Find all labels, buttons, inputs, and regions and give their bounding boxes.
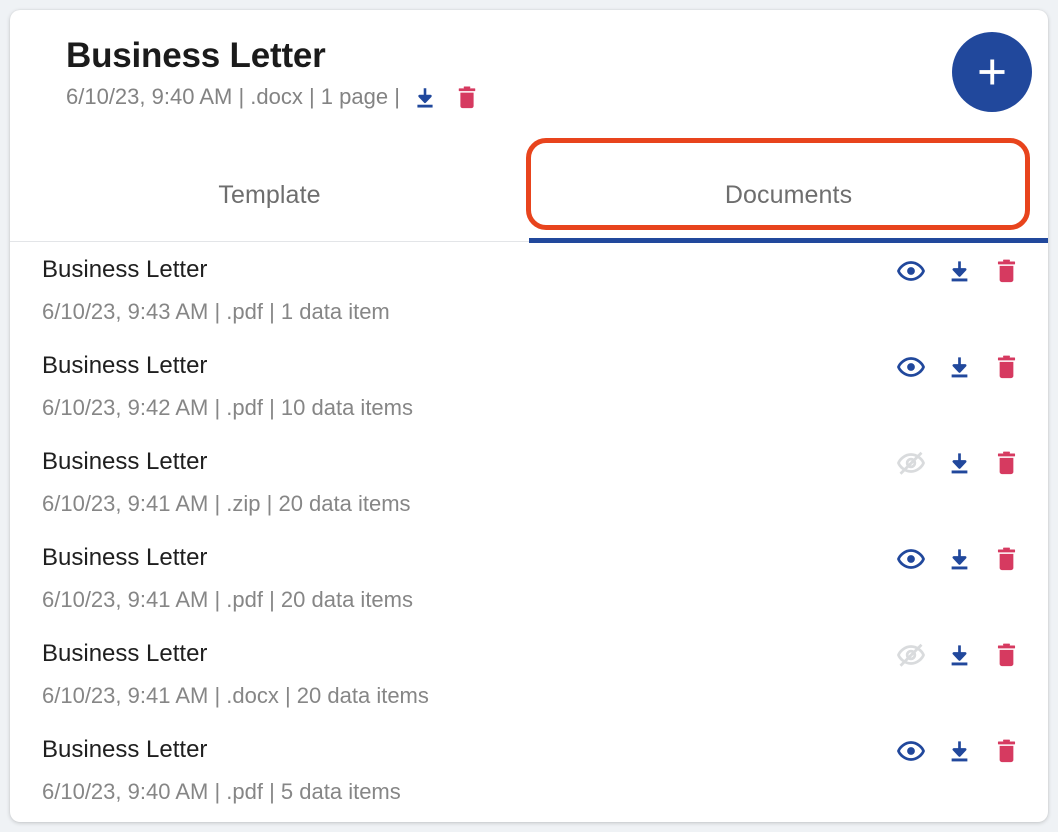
preview-button[interactable] <box>896 736 926 766</box>
list-item[interactable]: Business Letter 6/10/23, 9:41 AM | .docx… <box>10 626 1048 722</box>
tab-template[interactable]: Template <box>10 150 529 241</box>
trash-icon <box>997 547 1016 570</box>
download-button[interactable] <box>946 354 973 381</box>
delete-button[interactable] <box>993 258 1020 285</box>
list-item-actions <box>896 352 1020 382</box>
header-download-button[interactable] <box>412 85 438 111</box>
documents-list: Business Letter 6/10/23, 9:43 AM | .pdf … <box>10 242 1048 818</box>
download-button[interactable] <box>946 642 973 669</box>
delete-button[interactable] <box>993 450 1020 477</box>
document-detail-card: Business Letter 6/10/23, 9:40 AM | .docx… <box>10 10 1048 822</box>
list-item-meta: 6/10/23, 9:40 AM | .pdf | 5 data items <box>42 778 401 804</box>
list-item-title: Business Letter <box>42 256 208 283</box>
list-item[interactable]: Business Letter 6/10/23, 9:40 AM | .pdf … <box>10 722 1048 818</box>
tab-bar: Template Documents <box>10 150 1048 243</box>
list-item-actions <box>896 736 1020 766</box>
delete-button[interactable] <box>993 738 1020 765</box>
document-meta: 6/10/23, 9:40 AM | .docx | 1 page | <box>66 84 1018 110</box>
preview-button[interactable] <box>896 352 926 382</box>
download-icon <box>951 740 968 761</box>
eye-icon <box>897 261 925 281</box>
preview-button[interactable] <box>896 256 926 286</box>
trash-icon <box>997 355 1016 378</box>
download-icon <box>951 548 968 569</box>
list-item-meta: 6/10/23, 9:41 AM | .docx | 20 data items <box>42 682 429 708</box>
list-item-actions <box>896 448 1020 478</box>
delete-button[interactable] <box>993 354 1020 381</box>
list-item-meta: 6/10/23, 9:43 AM | .pdf | 1 data item <box>42 298 390 324</box>
header-actions <box>412 85 480 111</box>
list-item-actions <box>896 256 1020 286</box>
list-item[interactable]: Business Letter 6/10/23, 9:43 AM | .pdf … <box>10 242 1048 338</box>
list-item-meta: 6/10/23, 9:41 AM | .zip | 20 data items <box>42 490 411 516</box>
list-item-meta: 6/10/23, 9:41 AM | .pdf | 20 data items <box>42 586 413 612</box>
download-icon <box>951 356 968 377</box>
list-item[interactable]: Business Letter 6/10/23, 9:41 AM | .pdf … <box>10 530 1048 626</box>
list-item-title: Business Letter <box>42 352 208 379</box>
eye-icon <box>897 741 925 761</box>
eye-icon <box>897 549 925 569</box>
list-item-actions <box>896 544 1020 574</box>
list-item-title: Business Letter <box>42 640 208 667</box>
download-icon <box>951 260 968 281</box>
download-button[interactable] <box>946 546 973 573</box>
download-icon <box>417 88 433 108</box>
preview-button <box>896 640 926 670</box>
eye-off-icon <box>897 451 925 475</box>
eye-off-icon <box>897 643 925 667</box>
trash-icon <box>997 739 1016 762</box>
download-button[interactable] <box>946 450 973 477</box>
preview-button <box>896 448 926 478</box>
list-item-title: Business Letter <box>42 448 208 475</box>
add-document-button[interactable] <box>952 32 1032 112</box>
list-item-title: Business Letter <box>42 736 208 763</box>
trash-icon <box>997 259 1016 282</box>
tab-documents[interactable]: Documents <box>529 150 1048 241</box>
delete-button[interactable] <box>993 642 1020 669</box>
list-item[interactable]: Business Letter 6/10/23, 9:42 AM | .pdf … <box>10 338 1048 434</box>
plus-icon <box>979 59 1005 85</box>
download-button[interactable] <box>946 738 973 765</box>
app-root: Business Letter 6/10/23, 9:40 AM | .docx… <box>0 0 1058 832</box>
page-title: Business Letter <box>66 36 326 75</box>
document-meta-text: 6/10/23, 9:40 AM | .docx | 1 page | <box>66 84 400 110</box>
list-item[interactable]: Business Letter 6/10/23, 9:41 AM | .zip … <box>10 434 1048 530</box>
preview-button[interactable] <box>896 544 926 574</box>
trash-icon <box>997 451 1016 474</box>
download-icon <box>951 452 968 473</box>
download-button[interactable] <box>946 258 973 285</box>
trash-icon <box>458 86 476 109</box>
delete-button[interactable] <box>993 546 1020 573</box>
download-icon <box>951 644 968 665</box>
list-item-actions <box>896 640 1020 670</box>
list-item-title: Business Letter <box>42 544 208 571</box>
trash-icon <box>997 643 1016 666</box>
list-item-meta: 6/10/23, 9:42 AM | .pdf | 10 data items <box>42 394 413 420</box>
header-delete-button[interactable] <box>454 85 480 111</box>
eye-icon <box>897 357 925 377</box>
card-header: Business Letter 6/10/23, 9:40 AM | .docx… <box>10 10 1048 150</box>
